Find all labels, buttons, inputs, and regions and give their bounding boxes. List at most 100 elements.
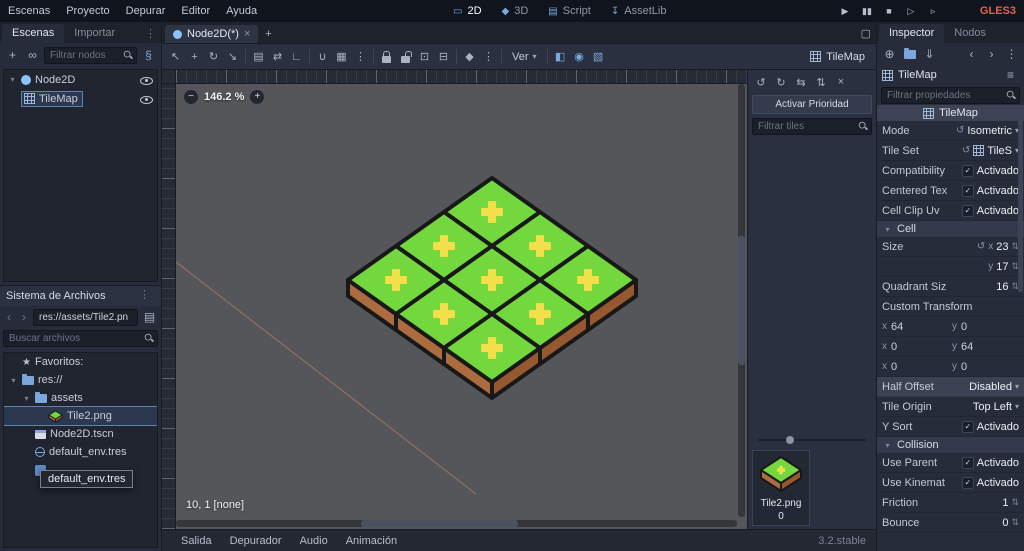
history-forward-icon[interactable]: › xyxy=(983,45,1000,63)
menu-depurar[interactable]: Depurar xyxy=(118,0,174,22)
dock-menu-icon[interactable]: ⋮ xyxy=(134,288,155,304)
scene-tab-node2d[interactable]: Node2D(*) × xyxy=(165,25,259,43)
tree-item-tilemap[interactable]: TileMap xyxy=(4,89,157,108)
grid-snap-icon[interactable]: ▦ xyxy=(332,47,351,67)
menu-proyecto[interactable]: Proyecto xyxy=(58,0,117,22)
file-item-tile2-png[interactable]: Tile2.png xyxy=(4,406,157,426)
tab-nodos[interactable]: Nodos xyxy=(944,24,996,43)
revert-icon[interactable]: ↺ xyxy=(956,125,964,136)
tab-inspector[interactable]: Inspector xyxy=(879,24,945,43)
group-icon[interactable]: ⊡ xyxy=(415,47,434,67)
menu-escenas[interactable]: Escenas xyxy=(0,0,58,22)
friction-field[interactable]: 1 ⇅ xyxy=(1002,497,1019,509)
breadcrumb[interactable]: res://assets/Tile2.pn xyxy=(33,308,138,326)
add-node-button[interactable]: + xyxy=(4,46,21,64)
tile-set-resource[interactable]: TileS ▾ xyxy=(973,145,1019,157)
load-resource-icon[interactable] xyxy=(901,45,918,63)
scale-tool-icon[interactable]: ↘ xyxy=(223,47,242,67)
close-icon[interactable]: × xyxy=(244,28,250,40)
bottom-panel-animaci-n[interactable]: Animación xyxy=(337,535,406,547)
enable-priority-button[interactable]: Activar Prioridad xyxy=(752,95,872,114)
horizontal-scrollbar[interactable] xyxy=(176,520,737,527)
play-button[interactable]: ▶ xyxy=(834,0,856,22)
section-cell[interactable]: ▾ Cell xyxy=(877,221,1024,237)
tree-item-node2d[interactable]: ▾ Node2D xyxy=(4,70,157,89)
play-custom-scene-button[interactable]: ▹ xyxy=(922,0,944,22)
filter-tiles-input[interactable] xyxy=(752,118,872,135)
section-tilemap[interactable]: TileMap xyxy=(877,105,1024,121)
matrix-cell[interactable]: x 64 xyxy=(882,321,949,333)
bottom-panel-depurador[interactable]: Depurador xyxy=(221,535,291,547)
bottom-panel-salida[interactable]: Salida xyxy=(172,535,221,547)
cell-clip-uv-checkbox[interactable]: ✓ Activado xyxy=(961,204,1019,217)
compatibility-checkbox[interactable]: ✓ Activado xyxy=(961,164,1019,177)
save-resource-icon[interactable]: ⇓ xyxy=(921,45,938,63)
file-item-assets[interactable]: ▾ assets xyxy=(4,389,157,407)
play-scene-button[interactable]: ▷ xyxy=(900,0,922,22)
ruler-icon[interactable]: ∟ xyxy=(287,47,306,67)
matrix-cell[interactable]: y 64 xyxy=(952,341,1019,353)
mode-dropdown[interactable]: Isometric ▾ xyxy=(967,125,1019,137)
section-collision[interactable]: ▾ Collision xyxy=(877,437,1024,453)
dock-menu-icon[interactable]: ⋮ xyxy=(140,27,161,43)
centered-tex-checkbox[interactable]: ✓ Activado xyxy=(961,184,1019,197)
collapse-icon[interactable]: ▾ xyxy=(8,75,17,84)
rotate-left-icon[interactable]: ↺ xyxy=(752,73,770,91)
file-item-default-env-tres[interactable]: default_env.tres xyxy=(4,443,157,461)
lock-icon[interactable] xyxy=(377,47,396,67)
collapse-icon[interactable]: ▾ xyxy=(9,376,18,385)
2d-viewport[interactable]: − 146.2 % + 10, 1 [none] xyxy=(162,70,748,529)
rotate-tool-icon[interactable]: ↻ xyxy=(204,47,223,67)
skeleton-options-icon[interactable]: ⋮ xyxy=(479,47,498,67)
revert-icon[interactable]: ↺ xyxy=(977,241,985,252)
matrix-cell[interactable]: y 0 xyxy=(952,321,1019,333)
zoom-level[interactable]: 146.2 % xyxy=(204,91,244,103)
select-tool-icon[interactable]: ↖ xyxy=(166,47,185,67)
size-x-field[interactable]: x 23 ⇅ xyxy=(988,241,1019,253)
bucket-fill-icon[interactable]: ◧ xyxy=(551,47,570,67)
distraction-free-icon[interactable]: ▢ xyxy=(861,27,871,43)
selected-node-box[interactable]: TileMap xyxy=(21,90,83,107)
workspace-3d[interactable]: ◆ 3D xyxy=(492,0,539,22)
stop-button[interactable]: ■ xyxy=(878,0,900,22)
new-resource-icon[interactable]: ⊕ xyxy=(881,45,898,63)
bounce-field[interactable]: 0 ⇅ xyxy=(1002,517,1019,529)
back-icon[interactable]: ‹ xyxy=(3,310,15,324)
flip-horizontal-icon[interactable]: ⇆ xyxy=(792,73,810,91)
size-y-field[interactable]: y 17 ⇅ xyxy=(988,261,1019,273)
vertical-scrollbar[interactable] xyxy=(738,84,745,517)
workspace-assetlib[interactable]: ↧ AssetLib xyxy=(601,0,677,22)
tile-picker-icon[interactable]: ◉ xyxy=(570,47,589,67)
matrix-cell[interactable]: x 0 xyxy=(882,341,949,353)
tile-size-slider[interactable] xyxy=(758,435,866,445)
collapse-icon[interactable]: ▾ xyxy=(22,394,31,403)
pause-button[interactable]: ▮▮ xyxy=(856,0,878,22)
smart-snap-icon[interactable]: ∪ xyxy=(313,47,332,67)
view-menu[interactable]: Ver ▾ xyxy=(505,51,544,63)
bottom-panel-audio[interactable]: Audio xyxy=(291,535,337,547)
workspace-2d[interactable]: ▭ 2D xyxy=(443,0,492,22)
new-scene-tab-button[interactable]: + xyxy=(258,28,278,43)
use-kinematic-checkbox[interactable]: ✓ Activado xyxy=(961,476,1019,489)
unlock-icon[interactable] xyxy=(396,47,415,67)
revert-icon[interactable]: ↺ xyxy=(962,145,970,156)
flip-vertical-icon[interactable]: ⇅ xyxy=(812,73,830,91)
matrix-cell[interactable]: y 0 xyxy=(952,361,1019,373)
visibility-icon[interactable] xyxy=(140,93,153,105)
workspace-script[interactable]: ▤ Script xyxy=(538,0,601,22)
snap-options-icon[interactable]: ⋮ xyxy=(351,47,370,67)
menu-editor[interactable]: Editor xyxy=(173,0,218,22)
skeleton-icon[interactable]: ◆ xyxy=(460,47,479,67)
use-parent-checkbox[interactable]: ✓ Activado xyxy=(961,456,1019,469)
history-icon[interactable]: ⋮ xyxy=(1003,45,1020,63)
clear-transform-icon[interactable]: × xyxy=(832,73,850,91)
list-select-icon[interactable]: ▤ xyxy=(249,47,268,67)
tile-origin-dropdown[interactable]: Top Left ▾ xyxy=(973,401,1019,413)
attach-script-icon[interactable]: § xyxy=(140,46,157,64)
tab-importar[interactable]: Importar xyxy=(64,24,125,43)
inspector-tools-icon[interactable]: ≡ xyxy=(1002,66,1019,84)
inspector-scrollbar[interactable] xyxy=(1018,112,1023,292)
region-select-icon[interactable]: ▧ xyxy=(589,47,608,67)
quadrant-size-field[interactable]: 16 ⇅ xyxy=(996,281,1019,293)
instance-scene-button[interactable]: ∞ xyxy=(24,46,41,64)
